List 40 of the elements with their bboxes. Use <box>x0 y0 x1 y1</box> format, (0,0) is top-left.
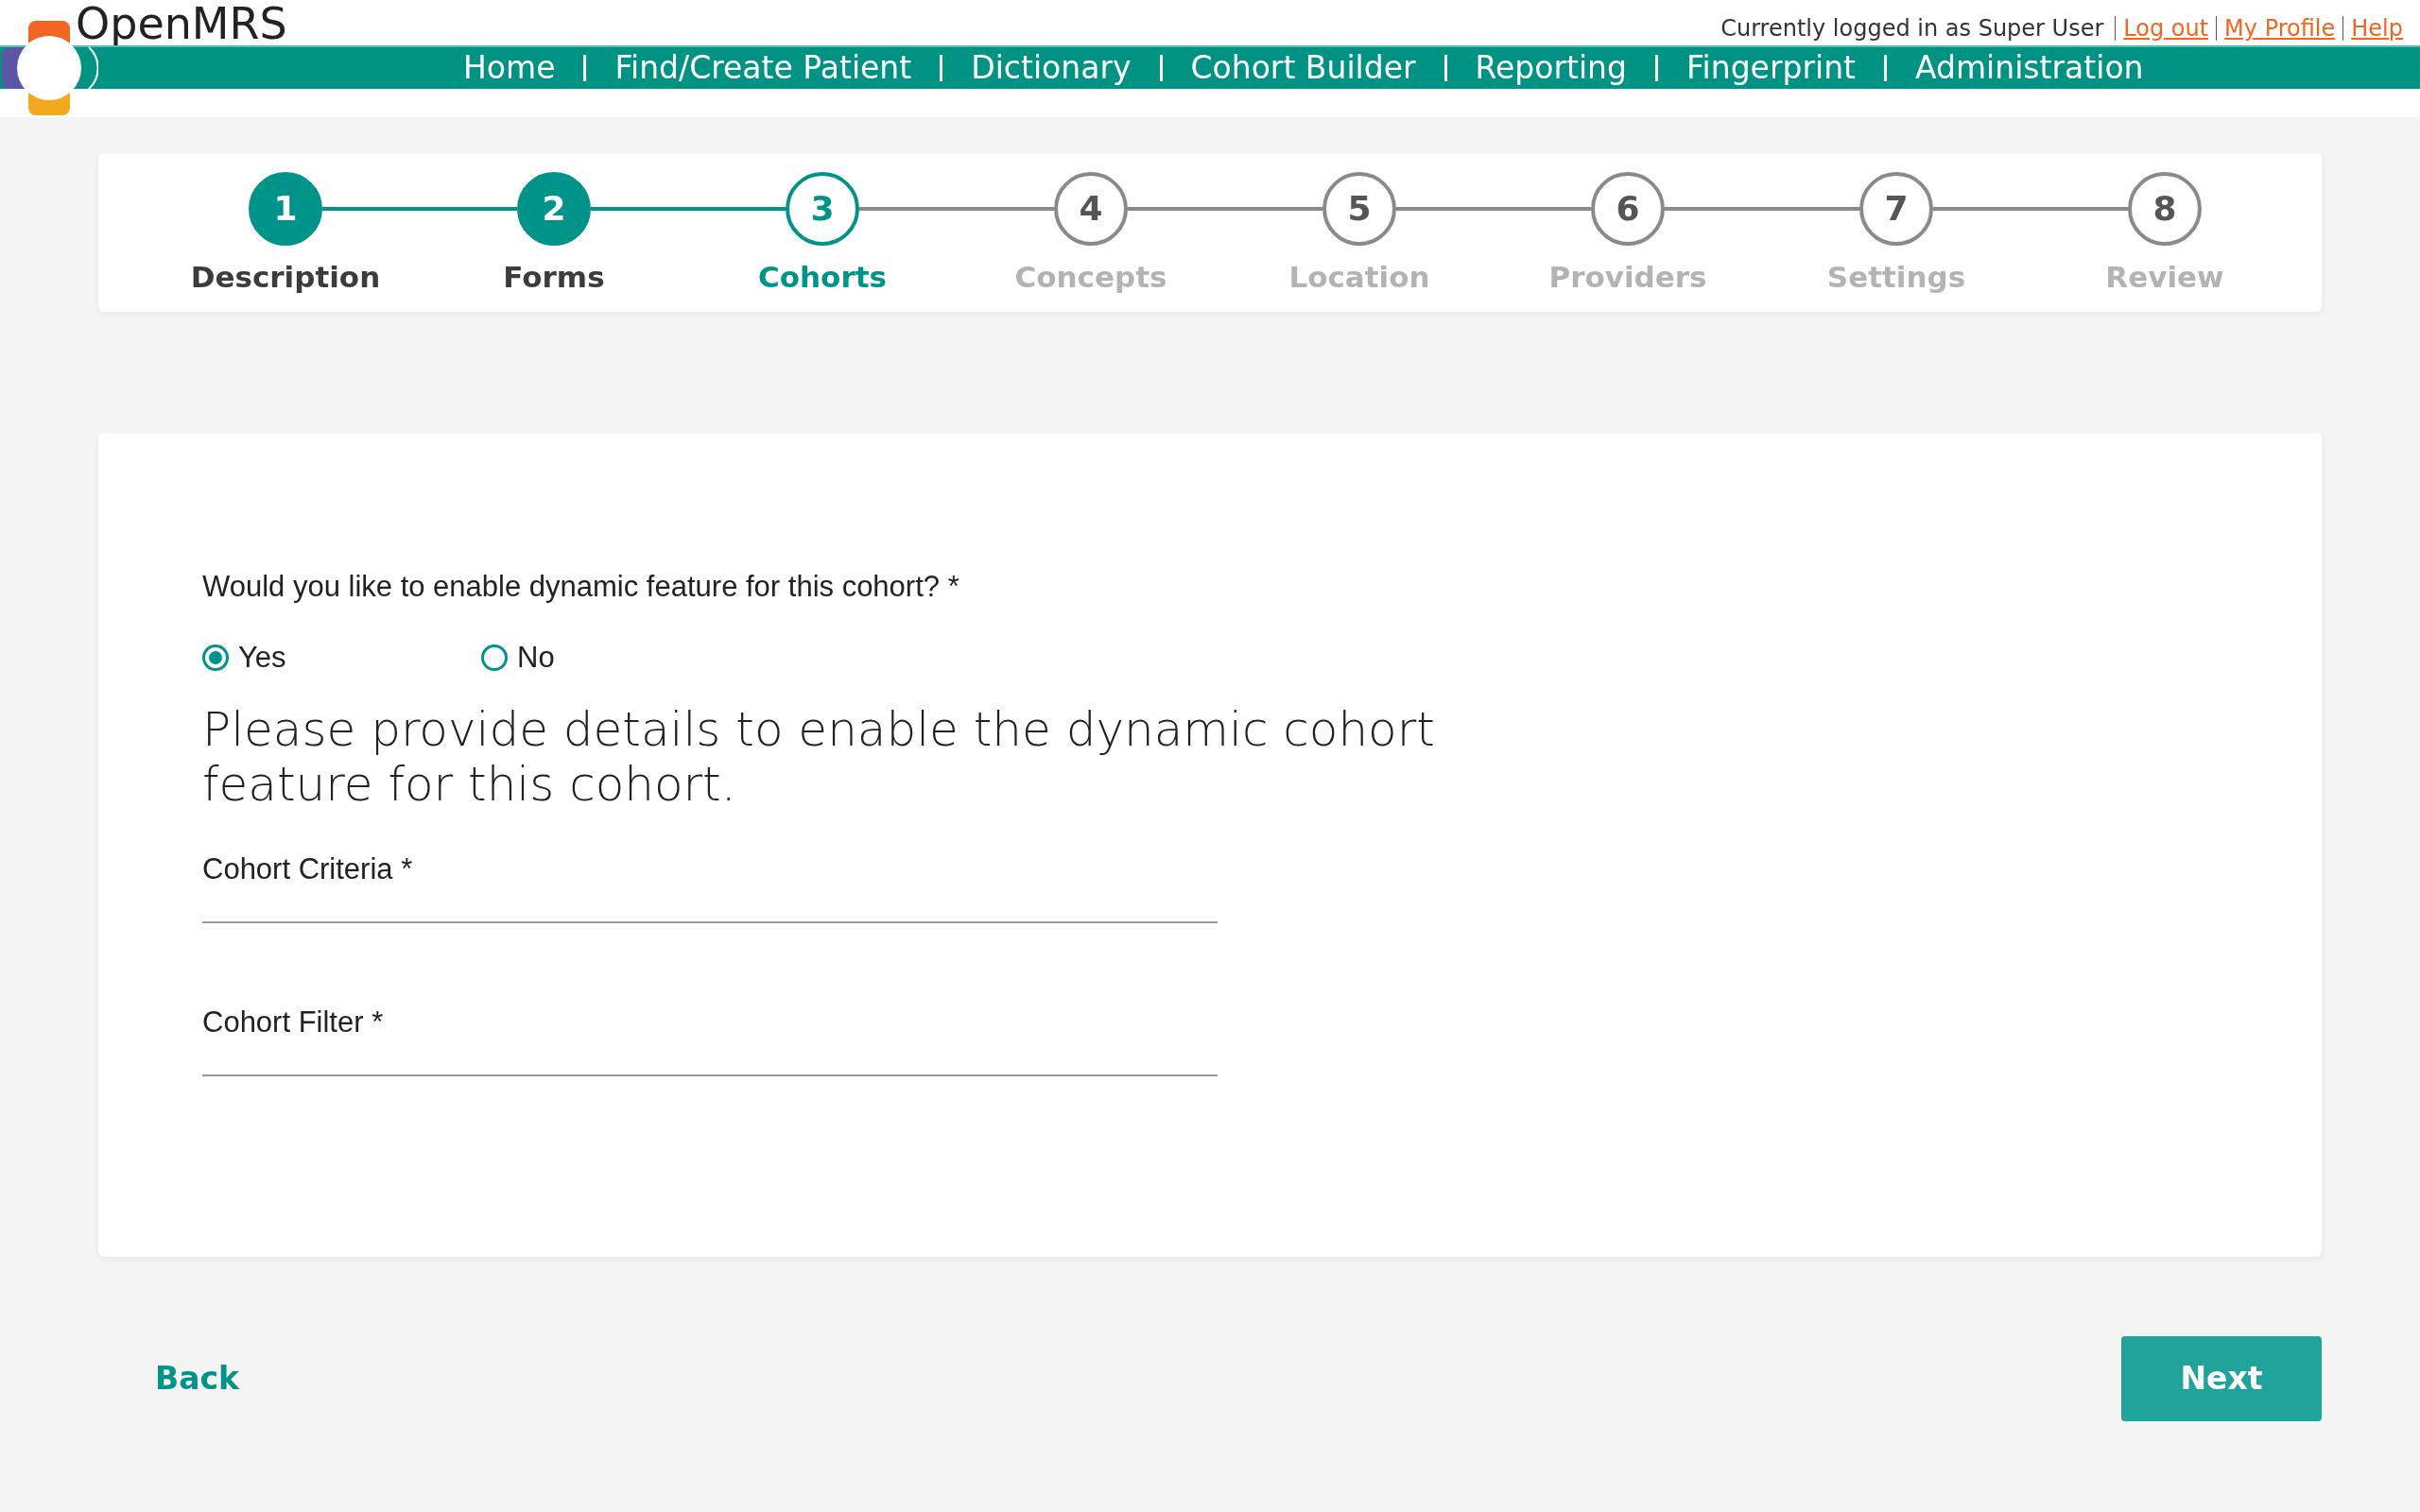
step-label: Concepts <box>1014 259 1167 296</box>
step-label: Settings <box>1826 259 1966 296</box>
step-label: Providers <box>1548 259 1707 296</box>
nav-link[interactable]: Home <box>463 49 556 87</box>
radio-icon[interactable] <box>481 644 508 671</box>
field-label: Cohort Filter * <box>202 1005 384 1040</box>
radio-option[interactable]: Yes <box>202 635 481 679</box>
nav-link[interactable]: Find/Create Patient <box>614 49 912 87</box>
text-field[interactable]: Cohort Filter * <box>202 1001 1218 1076</box>
text-field[interactable]: Cohort Criteria * <box>202 848 1218 923</box>
nav-link[interactable]: Fingerprint <box>1686 49 1856 87</box>
header-link[interactable]: Log out <box>2115 16 2217 41</box>
nav-link[interactable]: Reporting <box>1475 49 1627 87</box>
step-number[interactable]: 2 <box>517 172 591 246</box>
step-number[interactable]: 4 <box>1054 172 1128 246</box>
step-label: Review <box>2105 259 2224 296</box>
nav-link[interactable]: Administration <box>1915 49 2144 87</box>
step-label: Forms <box>503 259 605 296</box>
step-number[interactable]: 6 <box>1591 172 1665 246</box>
radio-option[interactable]: No <box>481 635 760 679</box>
field-label: Cohort Criteria * <box>202 851 413 887</box>
step-label: Cohorts <box>758 259 887 296</box>
radio-icon[interactable] <box>202 644 229 671</box>
question-text: Would you like to enable dynamic feature for this cohort? * <box>202 569 960 605</box>
header-link[interactable]: Help <box>2342 16 2411 41</box>
nav-link[interactable]: Dictionary <box>971 49 1132 87</box>
user-status-text: Currently logged in as Super User <box>1720 14 2105 43</box>
step-label: Location <box>1288 259 1430 296</box>
header-link[interactable]: My Profile <box>2216 16 2343 41</box>
step-number[interactable]: 8 <box>2128 172 2202 246</box>
logo-text: OpenMRS <box>76 0 287 47</box>
step-number[interactable]: 3 <box>786 172 859 246</box>
step-number[interactable]: 1 <box>249 172 322 246</box>
step-number[interactable]: 7 <box>1859 172 1933 246</box>
section-heading: Please provide details to enable the dynamic cohort feature for this cohort. <box>202 702 1436 812</box>
nav-link[interactable]: Cohort Builder <box>1190 49 1416 87</box>
next-button[interactable]: Next <box>2121 1336 2322 1421</box>
step-label: Description <box>190 259 381 296</box>
back-button[interactable]: Back <box>155 1355 239 1402</box>
step-number[interactable]: 5 <box>1322 172 1396 246</box>
